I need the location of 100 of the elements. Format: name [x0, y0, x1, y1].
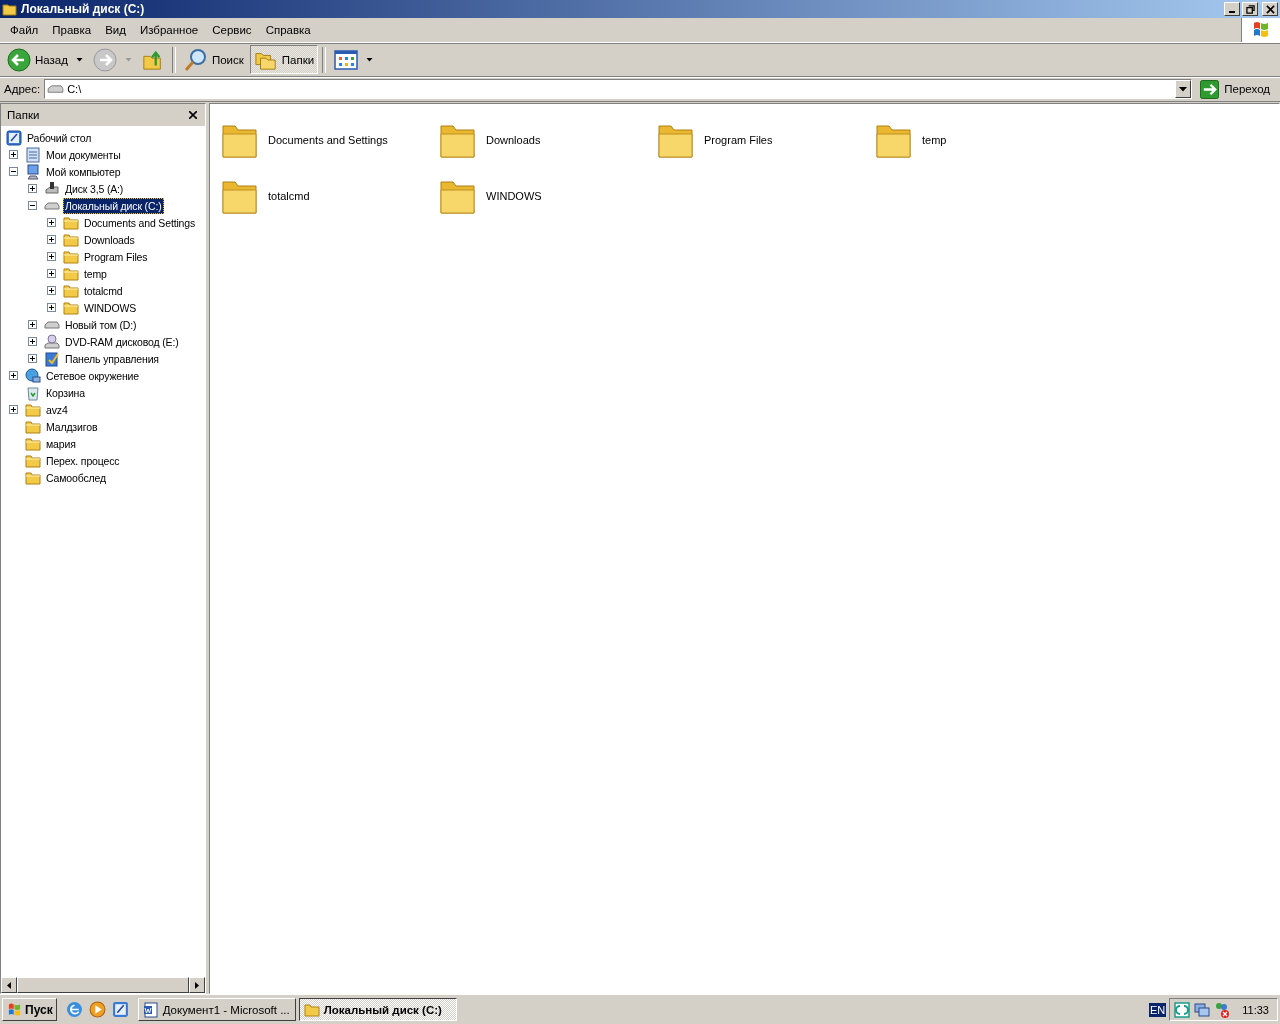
go-button[interactable]: Переход [1196, 79, 1278, 99]
folder-icon [25, 435, 41, 452]
restore-button[interactable] [1242, 2, 1258, 16]
tree-item[interactable]: Мои документы [44, 146, 123, 163]
play-icon[interactable] [88, 1001, 106, 1018]
expand-icon[interactable] [9, 150, 18, 159]
address-field[interactable]: C:\ [44, 79, 1193, 99]
floppy-icon [44, 180, 60, 197]
folder-icon [63, 214, 79, 231]
folder-icon [25, 418, 41, 435]
folder-name[interactable]: WINDOWS [486, 190, 542, 202]
expand-icon[interactable] [28, 337, 37, 346]
sync-icon[interactable] [1174, 1001, 1191, 1018]
tree-item[interactable]: Сетевое окружение [44, 367, 141, 384]
tree-item[interactable]: WINDOWS [82, 299, 139, 316]
flag-logo [6, 1001, 23, 1018]
tree-item[interactable]: Малдзигов [44, 418, 100, 435]
close-button[interactable] [1262, 2, 1278, 16]
menu-item[interactable]: Правка [45, 24, 99, 36]
expand-icon[interactable] [28, 354, 37, 363]
minimize-icon [1229, 11, 1235, 13]
tree-item[interactable]: Рабочий стол [25, 129, 94, 146]
tree-item[interactable]: Program Files [82, 248, 150, 265]
taskbar-button[interactable]: Документ1 - Microsoft ... [137, 998, 296, 1021]
tree-item[interactable]: Панель управления [63, 350, 161, 367]
restore-icon [1245, 4, 1255, 14]
language-indicator[interactable]: EN [1149, 1002, 1167, 1017]
tree-item[interactable]: Самообслед [44, 469, 108, 486]
menu-item[interactable]: Вид [98, 24, 133, 36]
tree-item[interactable]: temp [82, 265, 109, 282]
expand-icon[interactable] [9, 371, 18, 380]
horizontal-scrollbar[interactable] [1, 977, 205, 993]
tree-item[interactable]: мария [44, 435, 78, 452]
collapse-icon[interactable] [9, 167, 18, 176]
window-title: Локальный диск (C:) [21, 2, 146, 16]
menu-item[interactable]: Избранное [132, 24, 206, 36]
right-arrow-icon[interactable] [195, 981, 199, 989]
folder-icon [303, 1001, 320, 1018]
network-icon [25, 367, 41, 384]
menu-item[interactable]: Файл [3, 24, 46, 36]
caret-icon [366, 57, 374, 62]
tree-item[interactable]: Локальный диск (C:) [63, 197, 164, 214]
tree-item[interactable]: Мой компьютер [44, 163, 123, 180]
start-button[interactable]: Пуск [2, 998, 57, 1021]
expand-icon[interactable] [47, 252, 56, 261]
folder-name[interactable]: temp [922, 134, 947, 146]
expand-icon[interactable] [47, 269, 56, 278]
expand-icon[interactable] [47, 218, 56, 227]
folder-icon [2, 1, 18, 17]
people-icon[interactable] [1214, 1001, 1231, 1018]
back-button[interactable]: Назад [3, 45, 87, 74]
recycle-icon [25, 384, 41, 401]
folders-button[interactable]: Папки [249, 45, 319, 74]
address-label: Адрес: [3, 83, 41, 95]
expand-icon[interactable] [47, 286, 56, 295]
tree-item[interactable]: avz4 [44, 401, 70, 418]
tree-item[interactable]: Перех. процесс [44, 452, 122, 469]
close-icon [1265, 4, 1275, 14]
close-button[interactable] [187, 111, 199, 119]
expand-icon[interactable] [28, 184, 37, 193]
caret-icon [1179, 86, 1188, 92]
folder-icon [25, 469, 41, 486]
network-icon[interactable] [1194, 1001, 1211, 1018]
control-panel-icon [44, 350, 60, 367]
pane-title: Папки [7, 109, 40, 121]
dropdown-button[interactable] [1175, 80, 1192, 98]
expand-icon[interactable] [47, 303, 56, 312]
tree-item[interactable]: DVD-RAM дисковод (E:) [63, 333, 181, 350]
menu-item[interactable]: Справка [258, 24, 318, 36]
tree-item[interactable]: Documents and Settings [82, 214, 198, 231]
tree-item[interactable]: totalcmd [82, 282, 125, 299]
views-icon [334, 49, 359, 70]
menu-item[interactable]: Сервис [205, 24, 259, 36]
folder-icon [63, 248, 79, 265]
folder-name[interactable]: Documents and Settings [268, 134, 388, 146]
desktop-icon [6, 129, 22, 146]
tree-item[interactable]: Корзина [44, 384, 87, 401]
folder-name[interactable]: totalcmd [268, 190, 310, 202]
folder-icon [63, 299, 79, 316]
browser-icon[interactable] [65, 1001, 83, 1018]
clock: 11:33 [1242, 1003, 1269, 1016]
tree-item[interactable]: Новый том (D:) [63, 316, 139, 333]
folder-name[interactable]: Downloads [486, 134, 541, 146]
expand-icon[interactable] [47, 235, 56, 244]
drive-icon [47, 83, 65, 95]
documents-icon [25, 146, 41, 163]
desktop-icon[interactable] [111, 1001, 129, 1018]
taskbar-button[interactable]: Локальный диск (C:) [298, 998, 457, 1021]
tree-item[interactable]: Downloads [82, 231, 137, 248]
collapse-icon[interactable] [28, 201, 37, 210]
left-arrow-icon[interactable] [7, 981, 11, 989]
expand-icon[interactable] [9, 405, 18, 414]
caret-icon [75, 57, 83, 62]
folder-icon [63, 265, 79, 282]
minimize-button[interactable] [1224, 2, 1240, 16]
search-button[interactable]: Поиск [179, 45, 248, 74]
folder-name[interactable]: Program Files [704, 134, 773, 146]
expand-icon[interactable] [28, 320, 37, 329]
folder-icon [25, 452, 41, 469]
tree-item[interactable]: Диск 3,5 (A:) [63, 180, 126, 197]
